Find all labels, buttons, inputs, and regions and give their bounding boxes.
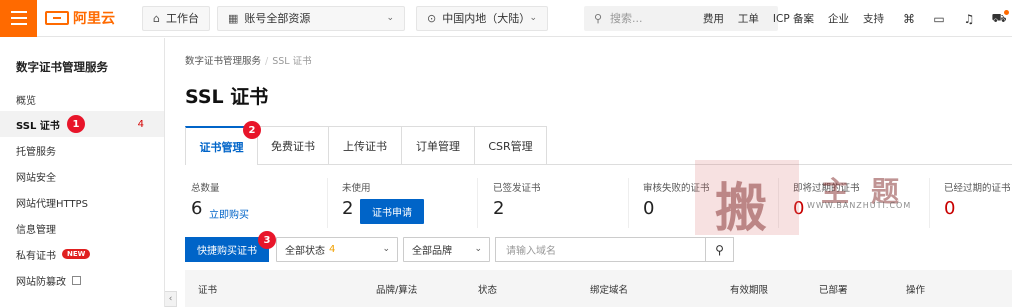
step-marker-2: 2 [243,121,261,139]
column-header-status: 状态 [478,285,498,296]
step-marker-3: 3 [258,231,276,249]
status-filter-select[interactable]: 全部状态 4 ⌄ [276,237,398,262]
stat-issued-value: 2 [493,198,505,219]
top-link-support[interactable]: 支持 [863,11,884,26]
terminal-icon[interactable]: ▭ [932,12,946,26]
domain-search-input[interactable]: 请输入域名 [495,237,706,262]
chevron-down-icon: ⌄ [386,13,394,23]
top-link-fees[interactable]: 费用 [703,11,724,26]
tab-underline [546,164,1012,165]
status-count: 4 [329,244,336,255]
aliyun-logo[interactable]: 阿里云 [45,8,125,28]
breadcrumb: 数字证书管理服务 / SSL 证书 [185,53,312,67]
tab-csr-management[interactable]: CSR管理 [475,126,547,165]
bell-icon[interactable]: ♫ [962,12,976,26]
column-header-certificate: 证书 [198,285,218,296]
external-link-icon [72,275,81,285]
tab-order-management[interactable]: 订单管理 [402,126,475,165]
account-scope-dropdown[interactable]: ▦ 账号全部资源 ⌄ [216,5,405,31]
stat-total: 总数量 6 立即购买 [191,183,249,221]
cart-icon[interactable]: ⛟ [991,9,1009,26]
sidebar-item-site-security[interactable]: 网站安全 [0,163,164,189]
code-icon[interactable]: ⌘ [902,12,916,26]
breadcrumb-root[interactable]: 数字证书管理服务 [185,56,261,67]
stat-divider [628,178,629,228]
breadcrumb-separator: / [265,56,269,67]
chevron-down-icon: ⌄ [382,244,390,254]
stat-divider [327,178,328,228]
column-header-validity: 有效期限 [730,285,769,296]
quick-buy-certificate-button[interactable]: 快捷购买证书 [185,237,269,262]
certificate-stats: 总数量 6 立即购买 未使用 2 证书申请 已签发证书 2 审核失败的证书 0 … [166,178,1012,230]
stat-expiring-value: 0 [793,198,805,219]
column-header-deployed: 已部署 [819,285,848,296]
sidebar-item-https-proxy[interactable]: 网站代理HTTPS [0,189,164,215]
location-icon: ⊙ [426,11,437,25]
search-button[interactable]: ⚲ [706,237,734,262]
logo-text: 阿里云 [73,11,115,27]
account-scope-label: 账号全部资源 [244,12,311,25]
region-dropdown[interactable]: ⊙ 中国内地（大陆） ⌄ [415,5,548,31]
stat-divider [778,178,779,228]
breadcrumb-current: SSL 证书 [272,56,312,67]
workbench-label: 工作台 [165,12,199,25]
page-title: SSL 证书 [185,86,269,108]
stat-expiring: 即将过期的证书 0 [793,183,860,219]
top-link-enterprise[interactable]: 企业 [828,11,849,26]
tab-free-certificates[interactable]: 免费证书 [258,126,329,165]
search-icon: ⚲ [715,242,724,257]
stat-divider [929,178,930,228]
top-link-icp[interactable]: ICP 备案 [773,11,814,26]
stat-unused-value: 2 [342,198,354,219]
main-content: 数字证书管理服务 / SSL 证书 SSL 证书 证书管理 免费证书 上传证书 订单… [166,38,1012,307]
column-header-actions: 操作 [906,285,926,296]
certificate-table-header: 证书 品牌/算法 状态 绑定域名 有效期限 已部署 操作 [185,270,1012,307]
sidebar-item-info-management[interactable]: 信息管理 [0,215,164,241]
top-link-tickets[interactable]: 工单 [738,11,759,26]
tab-bar: 证书管理 免费证书 上传证书 订单管理 CSR管理 [185,126,547,165]
chevron-down-icon: ⌄ [529,13,537,23]
tab-upload-certificate[interactable]: 上传证书 [329,126,402,165]
ssl-count-badge: 4 [137,118,144,130]
stat-review-failed-value: 0 [643,198,655,219]
sidebar-title: 数字证书管理服务 [16,60,108,74]
new-badge: NEW [62,249,91,259]
stat-unused: 未使用 2 证书申请 [342,178,482,230]
buy-now-link[interactable]: 立即购买 [209,206,249,221]
column-header-domain: 绑定域名 [590,285,629,296]
chevron-down-icon: ⌄ [474,244,482,254]
apply-certificate-button[interactable]: 证书申请 [360,199,424,224]
search-icon: ⚲ [593,11,603,25]
sidebar-item-private-certificates[interactable]: 私有证书 NEW [0,241,164,267]
stat-total-value: 6 [191,198,203,219]
sidebar-item-tamper-protection[interactable]: 网站防篡改 [0,267,164,293]
stat-divider [477,178,478,228]
brand-filter-select[interactable]: 全部品牌 ⌄ [403,237,490,262]
sidebar: 数字证书管理服务 概览 SSL 证书 4 托管服务 网站安全 网站代理HTTPS… [0,38,165,307]
sidebar-item-overview[interactable]: 概览 [0,86,164,112]
hamburger-menu-button[interactable] [0,0,37,37]
search-placeholder: 搜索... [610,12,643,25]
column-header-brand: 品牌/算法 [376,285,418,296]
workbench-button[interactable]: ⌂ 工作台 [142,5,210,31]
aliyun-logo-icon [45,11,69,25]
top-links: 费用 工单 ICP 备案 企业 支持 ⌘ ▭ ♫ ⛟ [703,0,1012,37]
stat-review-failed: 审核失败的证书 0 [643,183,710,219]
grid-icon: ▦ [227,11,239,25]
stat-issued: 已签发证书 2 [493,183,541,219]
home-icon: ⌂ [153,11,160,25]
top-navigation-bar: 阿里云 ⌂ 工作台 ▦ 账号全部资源 ⌄ ⊙ 中国内地（大陆） ⌄ ⚲ 搜索..… [0,0,1012,37]
region-label: 中国内地（大陆） [442,12,531,25]
sidebar-item-managed-service[interactable]: 托管服务 [0,137,164,163]
stat-expired-value: 0 [944,198,956,219]
step-marker-1: 1 [67,115,85,133]
stat-expired: 已经过期的证书 0 [944,183,1011,219]
